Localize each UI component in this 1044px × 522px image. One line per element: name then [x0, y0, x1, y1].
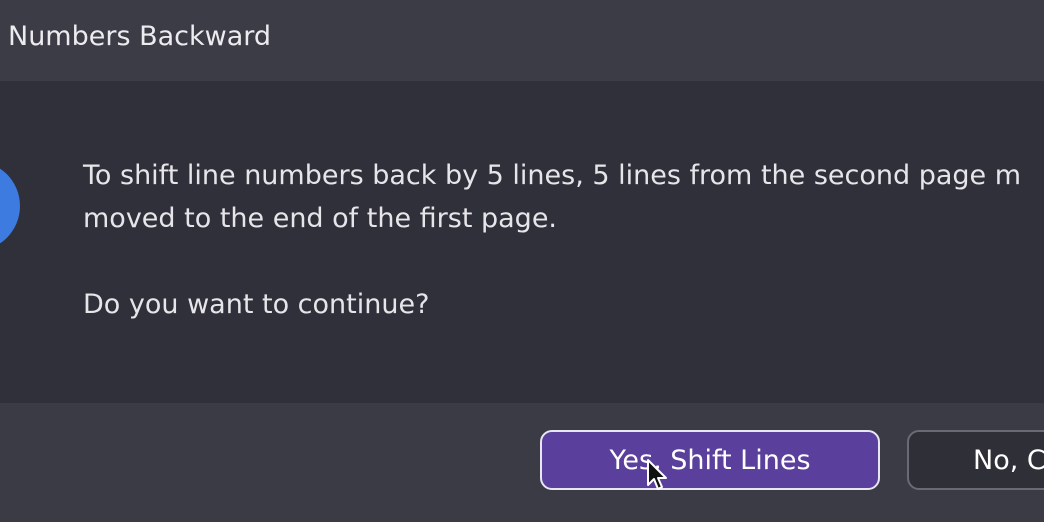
no-cancel-button[interactable]: No, C — [907, 430, 1044, 490]
dialog-message: To shift line numbers back by 5 lines, 5… — [83, 154, 1044, 240]
dialog: Numbers Backward To shift line numbers b… — [0, 0, 1044, 522]
dialog-footer: Yes, Shift Lines No, C — [0, 403, 1044, 522]
no-cancel-label: No, C — [973, 444, 1044, 476]
message-line-2: moved to the end of the first page. — [83, 203, 558, 234]
dialog-question: Do you want to continue? — [83, 289, 430, 320]
dialog-content: To shift line numbers back by 5 lines, 5… — [0, 81, 1044, 403]
yes-shift-lines-button[interactable]: Yes, Shift Lines — [540, 430, 880, 490]
yes-shift-lines-label: Yes, Shift Lines — [609, 444, 811, 476]
message-line-1: To shift line numbers back by 5 lines, 5… — [83, 160, 1022, 191]
dialog-titlebar: Numbers Backward — [0, 0, 1044, 81]
mouse-cursor-icon — [647, 459, 667, 490]
info-icon — [0, 161, 20, 251]
dialog-title: Numbers Backward — [8, 21, 272, 52]
